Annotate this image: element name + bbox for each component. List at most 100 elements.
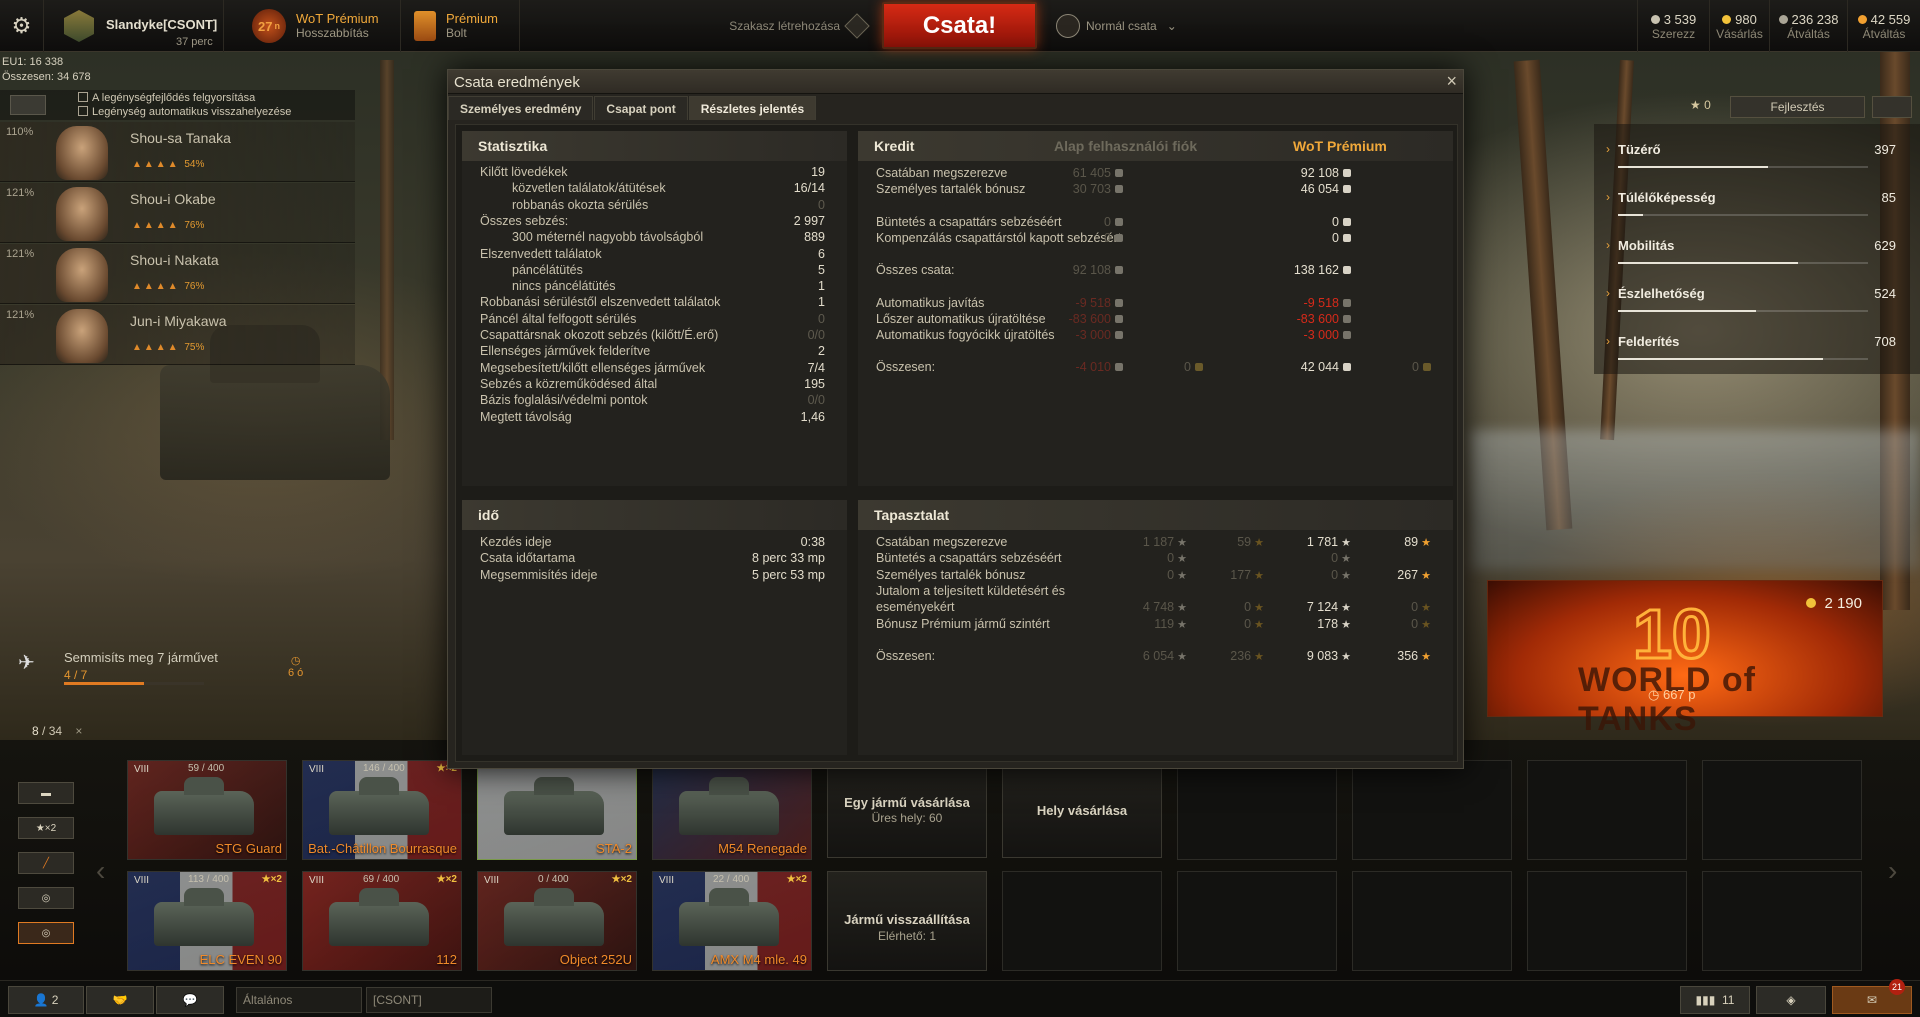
param-row[interactable]: › Felderítés 708 [1606, 316, 1896, 364]
param-name: Túlélőképesség [1618, 190, 1716, 205]
premium-credit-amount: -3 000 [1303, 328, 1339, 343]
xp-row: Személyes tartalék bónusz 0 ★ 177 ★ 0 ★ 267 ★ [858, 567, 1453, 583]
carousel-right-arrow-icon[interactable]: › [1888, 855, 1897, 887]
crew-member[interactable]: 121% Shou-i Nakata ▲▲▲▲ 76% [0, 244, 355, 304]
stat-row: Bázis foglalási/védelmi pontok 0/0 [462, 392, 847, 408]
daily-mission-widget[interactable]: ✈ Semmisíts meg 7 járművet 4 / 7 ◷ 6 ó [12, 640, 312, 690]
session-stats-button[interactable]: ▮▮▮ 11 [1680, 986, 1750, 1014]
currency-bonds[interactable]: 3 539 Szerezz [1637, 0, 1709, 52]
currency-credits[interactable]: 236 238 Átváltás [1769, 0, 1847, 52]
time-value: 8 perc 33 mp [752, 551, 825, 566]
battle-button[interactable]: Csata! [882, 2, 1037, 49]
crew-menu-button[interactable] [10, 95, 46, 115]
param-name: Tüzérő [1618, 142, 1661, 157]
filter-tank-type-button[interactable]: ▬ [18, 782, 74, 804]
premium-shop-button[interactable]: Prémium Bolt [402, 0, 520, 52]
buy-slot-label: Hely vásárlása [1036, 803, 1128, 818]
tab-detailed-report[interactable]: Részletes jelentés [688, 96, 817, 120]
credit-label: Automatikus fogyócikk újratöltés [876, 328, 1055, 343]
basic-free-xp-total-amount: 236 [1230, 648, 1252, 663]
close-icon[interactable]: × [1446, 71, 1457, 92]
param-row[interactable]: › Tüzérő 397 [1606, 124, 1896, 172]
vehicle-compare-icon[interactable] [1872, 96, 1912, 118]
premium-free-xp: 0 ★ [1411, 616, 1431, 633]
handshake-button[interactable]: 🤝 [86, 986, 154, 1014]
buy-vehicle-slot[interactable]: Egy jármű vásárlása Üres hely: 60 [827, 760, 987, 858]
premium-account-button[interactable]: 27 n WoT Prémium Hosszabbítás [246, 0, 401, 52]
param-row[interactable]: › Észlelhetőség 524 [1606, 268, 1896, 316]
premium-account-column: WoT Prémium [1293, 138, 1387, 154]
param-value: 524 [1874, 286, 1896, 301]
star-icon: ★ [1421, 618, 1431, 631]
filter-x2-button[interactable]: ★×2 [18, 817, 74, 839]
badge-icon: ◎ [41, 927, 51, 939]
param-row[interactable]: › Mobilitás 629 [1606, 220, 1896, 268]
xp-label: Személyes tartalék bónusz [876, 567, 1026, 582]
shop-sub: Bolt [446, 26, 467, 40]
vehicle-slot[interactable]: M54 Renegade [652, 760, 812, 860]
upgrade-button[interactable]: Fejlesztés [1730, 96, 1865, 118]
service-channel-button[interactable]: ◈ [1756, 986, 1826, 1014]
vehicle-slot[interactable]: VIII 0 / 400 ★×2 Object 252U [477, 871, 637, 971]
tab-personal-result[interactable]: Személyes eredmény [448, 96, 594, 120]
filter-premium-button[interactable]: ╱ [18, 852, 74, 874]
xp-row: Büntetés a csapattárs sebzéséért 0 ★ 0 ★ [858, 550, 1453, 566]
empty-slot [1177, 871, 1337, 971]
param-bar [1618, 262, 1868, 264]
wot-anniversary-banner[interactable]: 10 WORLD of TANKS 2 190 ◷ 667 p [1487, 580, 1883, 738]
carousel-left-arrow-icon[interactable]: ‹ [96, 855, 105, 887]
premium-xp-amount: 0 [1331, 551, 1339, 566]
basic-free-xp: 59 ★ [1237, 534, 1264, 551]
crew-auto-return-checkbox[interactable]: Legénység automatikus visszahelyezése [78, 106, 291, 118]
tank-count-current: 8 [32, 724, 39, 738]
x2-bonus-badge: ★×2 [786, 874, 807, 885]
stat-label: 300 méternél nagyobb távolságból [512, 230, 704, 245]
credit-row: Személyes tartalék bónusz 30 703 46 054 [858, 181, 1453, 197]
currency-gold[interactable]: 980 Vásárlás [1709, 0, 1769, 52]
clear-filter-icon[interactable]: × [75, 724, 82, 738]
basic-total-amount: -4 010 [1075, 360, 1111, 375]
crew-member[interactable]: 121% Shou-i Okabe ▲▲▲▲ 76% [0, 183, 355, 243]
chat-channel-clan[interactable]: [CSONT] [366, 987, 492, 1013]
restore-vehicle-slot[interactable]: Jármű visszaállítása Elérhető: 1 [827, 871, 987, 971]
crew-member[interactable]: 121% Jun-i Miyakawa ▲▲▲▲ 75% [0, 305, 355, 365]
player-profile[interactable]: Slandyke[CSONT] 37 perc [44, 0, 224, 52]
vehicle-slot[interactable]: VIII 113 / 400 ★×2 ELC EVEN 90 [127, 871, 287, 971]
credit-label: Lőszer automatikus újratöltése [876, 311, 1046, 326]
currency-free-xp[interactable]: 42 559 Átváltás [1847, 0, 1920, 52]
dialog-title-bar: Csata eredmények × [448, 70, 1463, 94]
tab-team-score[interactable]: Csapat pont [594, 96, 688, 120]
vehicle-image [679, 777, 779, 835]
bond-label: Szerezz [1651, 26, 1696, 41]
premium-credit-amount: 92 108 [1300, 166, 1339, 180]
premium-credit-amount: 0 [1332, 214, 1339, 229]
notifications-button[interactable]: ✉ 21 [1832, 979, 1912, 1014]
star-icon: ★ [1177, 553, 1187, 566]
vehicle-slot[interactable]: VIII 69 / 400 ★×2 112 [302, 871, 462, 971]
buy-slot-button[interactable]: Hely vásárlása [1002, 760, 1162, 858]
stat-row: Kilőtt lövedékek 19 [462, 164, 847, 180]
filter-event-button[interactable]: ◎ [18, 922, 74, 944]
star-icon: ★ [1254, 618, 1264, 631]
create-platoon-button[interactable]: Szakasz létrehozása [700, 0, 880, 52]
crew-skill-pct: 76% [184, 220, 205, 231]
settings-gear-icon[interactable]: ⚙ [0, 0, 44, 52]
vehicle-slot[interactable]: VIII 22 / 400 ★×2 AMX M4 mle. 49 [652, 871, 812, 971]
chat-button[interactable]: 💬 [156, 986, 224, 1014]
vehicle-slot[interactable]: STA-2 [477, 760, 637, 860]
friends-button[interactable]: 👤 2 [8, 986, 84, 1014]
battle-mode-selector[interactable]: Normál csata ⌄ [1052, 0, 1197, 52]
basic-total: -4 010 [1076, 359, 1123, 375]
chat-channel-general[interactable]: Általános [236, 987, 362, 1013]
vehicle-slot[interactable]: VIII146 / 400★×2Bat.-Châtillon Bourrasqu… [302, 760, 462, 860]
crew-accelerate-checkbox[interactable]: A legénységfejlődés felgyorsítása [78, 92, 255, 104]
crew-member[interactable]: 110% Shou-sa Tanaka ▲▲▲▲ 54% [0, 122, 355, 182]
param-name: Mobilitás [1618, 238, 1675, 253]
credit-row: Automatikus javítás -9 518 -9 518 [858, 295, 1453, 311]
param-row[interactable]: › Túlélőképesség 85 [1606, 172, 1896, 220]
vehicle-tier: VIII [659, 875, 675, 886]
filter-rented-button[interactable]: ◎ [18, 887, 74, 909]
vehicle-image [679, 888, 779, 946]
vehicle-slot[interactable]: VIII 59 / 400 STG Guard [127, 760, 287, 860]
server-online: EU1: 16 338 [2, 56, 64, 68]
